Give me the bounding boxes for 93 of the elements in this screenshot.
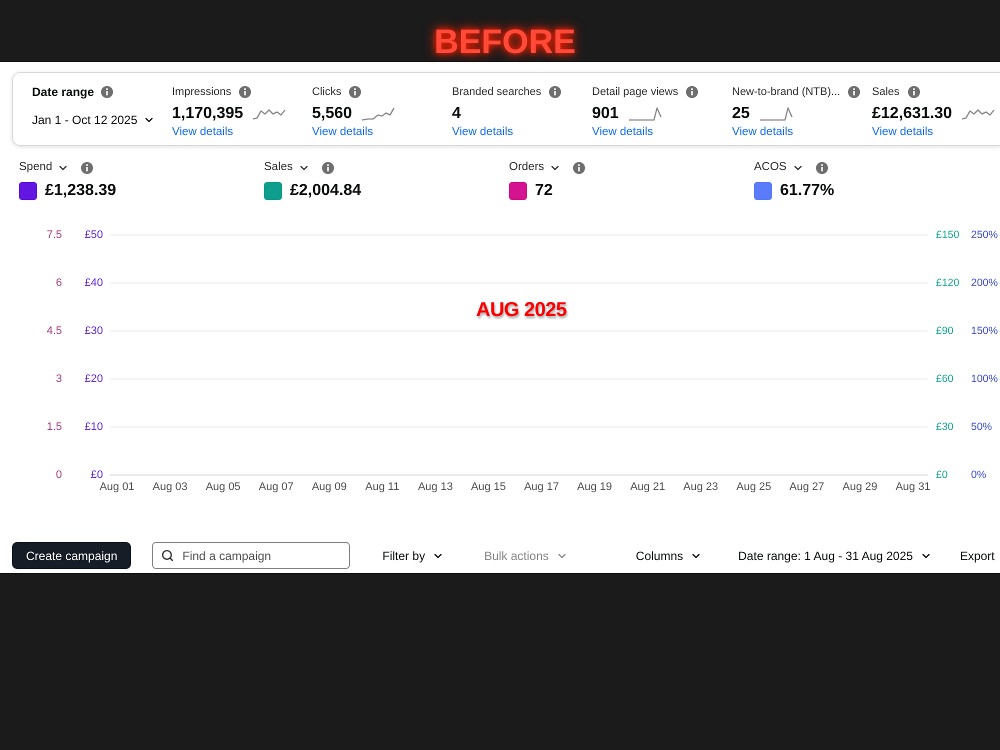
metric-total: 61.77% (780, 181, 834, 201)
metric-label: Detail page views (592, 84, 678, 100)
info-icon (848, 86, 860, 98)
view-details-link[interactable]: View details (872, 124, 934, 140)
axis-tick-label: 100% (971, 372, 998, 385)
dropdown-button[interactable]: Columns (636, 542, 702, 569)
axis-tick-label: £0 (936, 468, 948, 481)
metric-selector[interactable]: Orders (509, 159, 562, 177)
sparkline (758, 107, 793, 121)
axis-tick-label: £150 (936, 228, 960, 241)
sparkline (252, 107, 286, 121)
info-icon (322, 162, 334, 174)
axis-tick-label: 4.5 (46, 324, 62, 337)
axis-tick-label: £20 (84, 372, 103, 385)
date-axis-label: Aug 15 (471, 480, 506, 493)
axis-tick-label: 250% (971, 228, 998, 241)
view-details-link[interactable]: View details (592, 124, 654, 140)
axis-tick-label: 0 (56, 468, 62, 481)
info-icon (239, 86, 252, 98)
info-icon (101, 86, 114, 98)
metric-value: 901 (592, 104, 619, 124)
date-axis-label: Aug 19 (577, 480, 612, 493)
date-axis-label: Aug 21 (630, 480, 666, 493)
date-axis-label: Aug 17 (524, 480, 559, 493)
metric-value: 5,560 (312, 104, 352, 124)
date-axis-label: Aug 07 (258, 480, 294, 493)
info-icon (81, 162, 94, 174)
axis-tick-label: 6 (56, 276, 62, 289)
metric-total: £2,004.84 (290, 181, 362, 201)
info-icon (816, 162, 828, 174)
date-axis-label: Aug 27 (789, 480, 824, 493)
axis-tick-label: £120 (936, 276, 960, 289)
info-icon (549, 86, 562, 98)
sparkline (628, 107, 662, 121)
metric-selector[interactable]: ACOS (754, 159, 804, 177)
axis-tick-label: 150% (971, 324, 998, 337)
metric-value: £12,631.30 (872, 104, 952, 124)
date-axis-label: Aug 29 (842, 480, 878, 493)
axis-tick-label: 200% (971, 276, 998, 289)
date-axis-label: Aug 05 (206, 480, 241, 493)
axis-tick-label: £0 (90, 468, 103, 481)
axis-tick-label: £30 (84, 324, 103, 337)
info-icon (686, 86, 698, 98)
date-axis-label: Aug 09 (312, 480, 347, 493)
axis-tick-label: 50% (971, 420, 992, 433)
axis-tick-label: £90 (936, 324, 954, 337)
axis-tick-label: £10 (84, 420, 103, 433)
date-axis-label: Aug 11 (365, 480, 400, 493)
metric-label: Impressions (172, 84, 232, 100)
axis-tick-label: 0% (971, 468, 986, 481)
date-axis-label: Aug 25 (736, 480, 772, 493)
metric-label: Branded searches (452, 84, 542, 100)
info-icon (349, 86, 362, 98)
info-icon (573, 162, 586, 174)
date-axis-label: Aug 03 (152, 480, 188, 493)
export-button[interactable]: Export (960, 542, 995, 569)
month-caption: AUG 2025 (476, 300, 566, 320)
axis-tick-label: 3 (56, 372, 62, 385)
axis-tick-label: £50 (84, 228, 103, 241)
info-icon (908, 86, 920, 98)
metric-label: Clicks (312, 84, 342, 100)
date-axis-label: Aug 31 (896, 480, 930, 493)
metric-selector[interactable]: Spend (19, 159, 70, 177)
view-details-link[interactable]: View details (452, 124, 514, 140)
metric-label: New-to-brand (NTB)... (732, 84, 840, 100)
axis-tick-label: £60 (936, 372, 954, 385)
date-axis-label: Aug 23 (683, 480, 718, 493)
view-details-link[interactable]: View details (312, 124, 374, 140)
sparkline (361, 107, 396, 121)
date-axis-label: Aug 13 (418, 480, 453, 493)
metric-total: £1,238.39 (45, 181, 116, 201)
dropdown-button[interactable]: Date range: 1 Aug - 31 Aug 2025 (738, 542, 932, 569)
axis-tick-label: 1.5 (46, 420, 62, 433)
view-details-link[interactable]: View details (732, 124, 794, 140)
metric-total: 72 (535, 181, 553, 201)
date-range-dropdown[interactable]: Jan 1 - Oct 12 2025 (32, 111, 156, 129)
date-axis-label: Aug 01 (100, 480, 134, 493)
axis-tick-label: £30 (936, 420, 954, 433)
date-range-label: Date range (32, 84, 94, 101)
create-campaign-button[interactable]: Create campaign (12, 542, 132, 569)
metric-value: 25 (732, 104, 750, 124)
metric-value: 1,170,395 (172, 104, 244, 124)
metric-value: 4 (452, 104, 461, 124)
view-details-link[interactable]: View details (172, 124, 234, 140)
metric-selector[interactable]: Sales (264, 159, 310, 177)
sparkline (961, 107, 996, 121)
search-field[interactable]: Find a campaign (152, 542, 350, 569)
metric-label: Sales (872, 84, 900, 100)
axis-tick-label: £40 (84, 276, 103, 289)
dropdown-button[interactable]: Filter by (382, 542, 444, 569)
axis-tick-label: 7.5 (46, 228, 62, 241)
search-icon (161, 549, 174, 562)
before-caption: BEFORE (434, 25, 576, 59)
